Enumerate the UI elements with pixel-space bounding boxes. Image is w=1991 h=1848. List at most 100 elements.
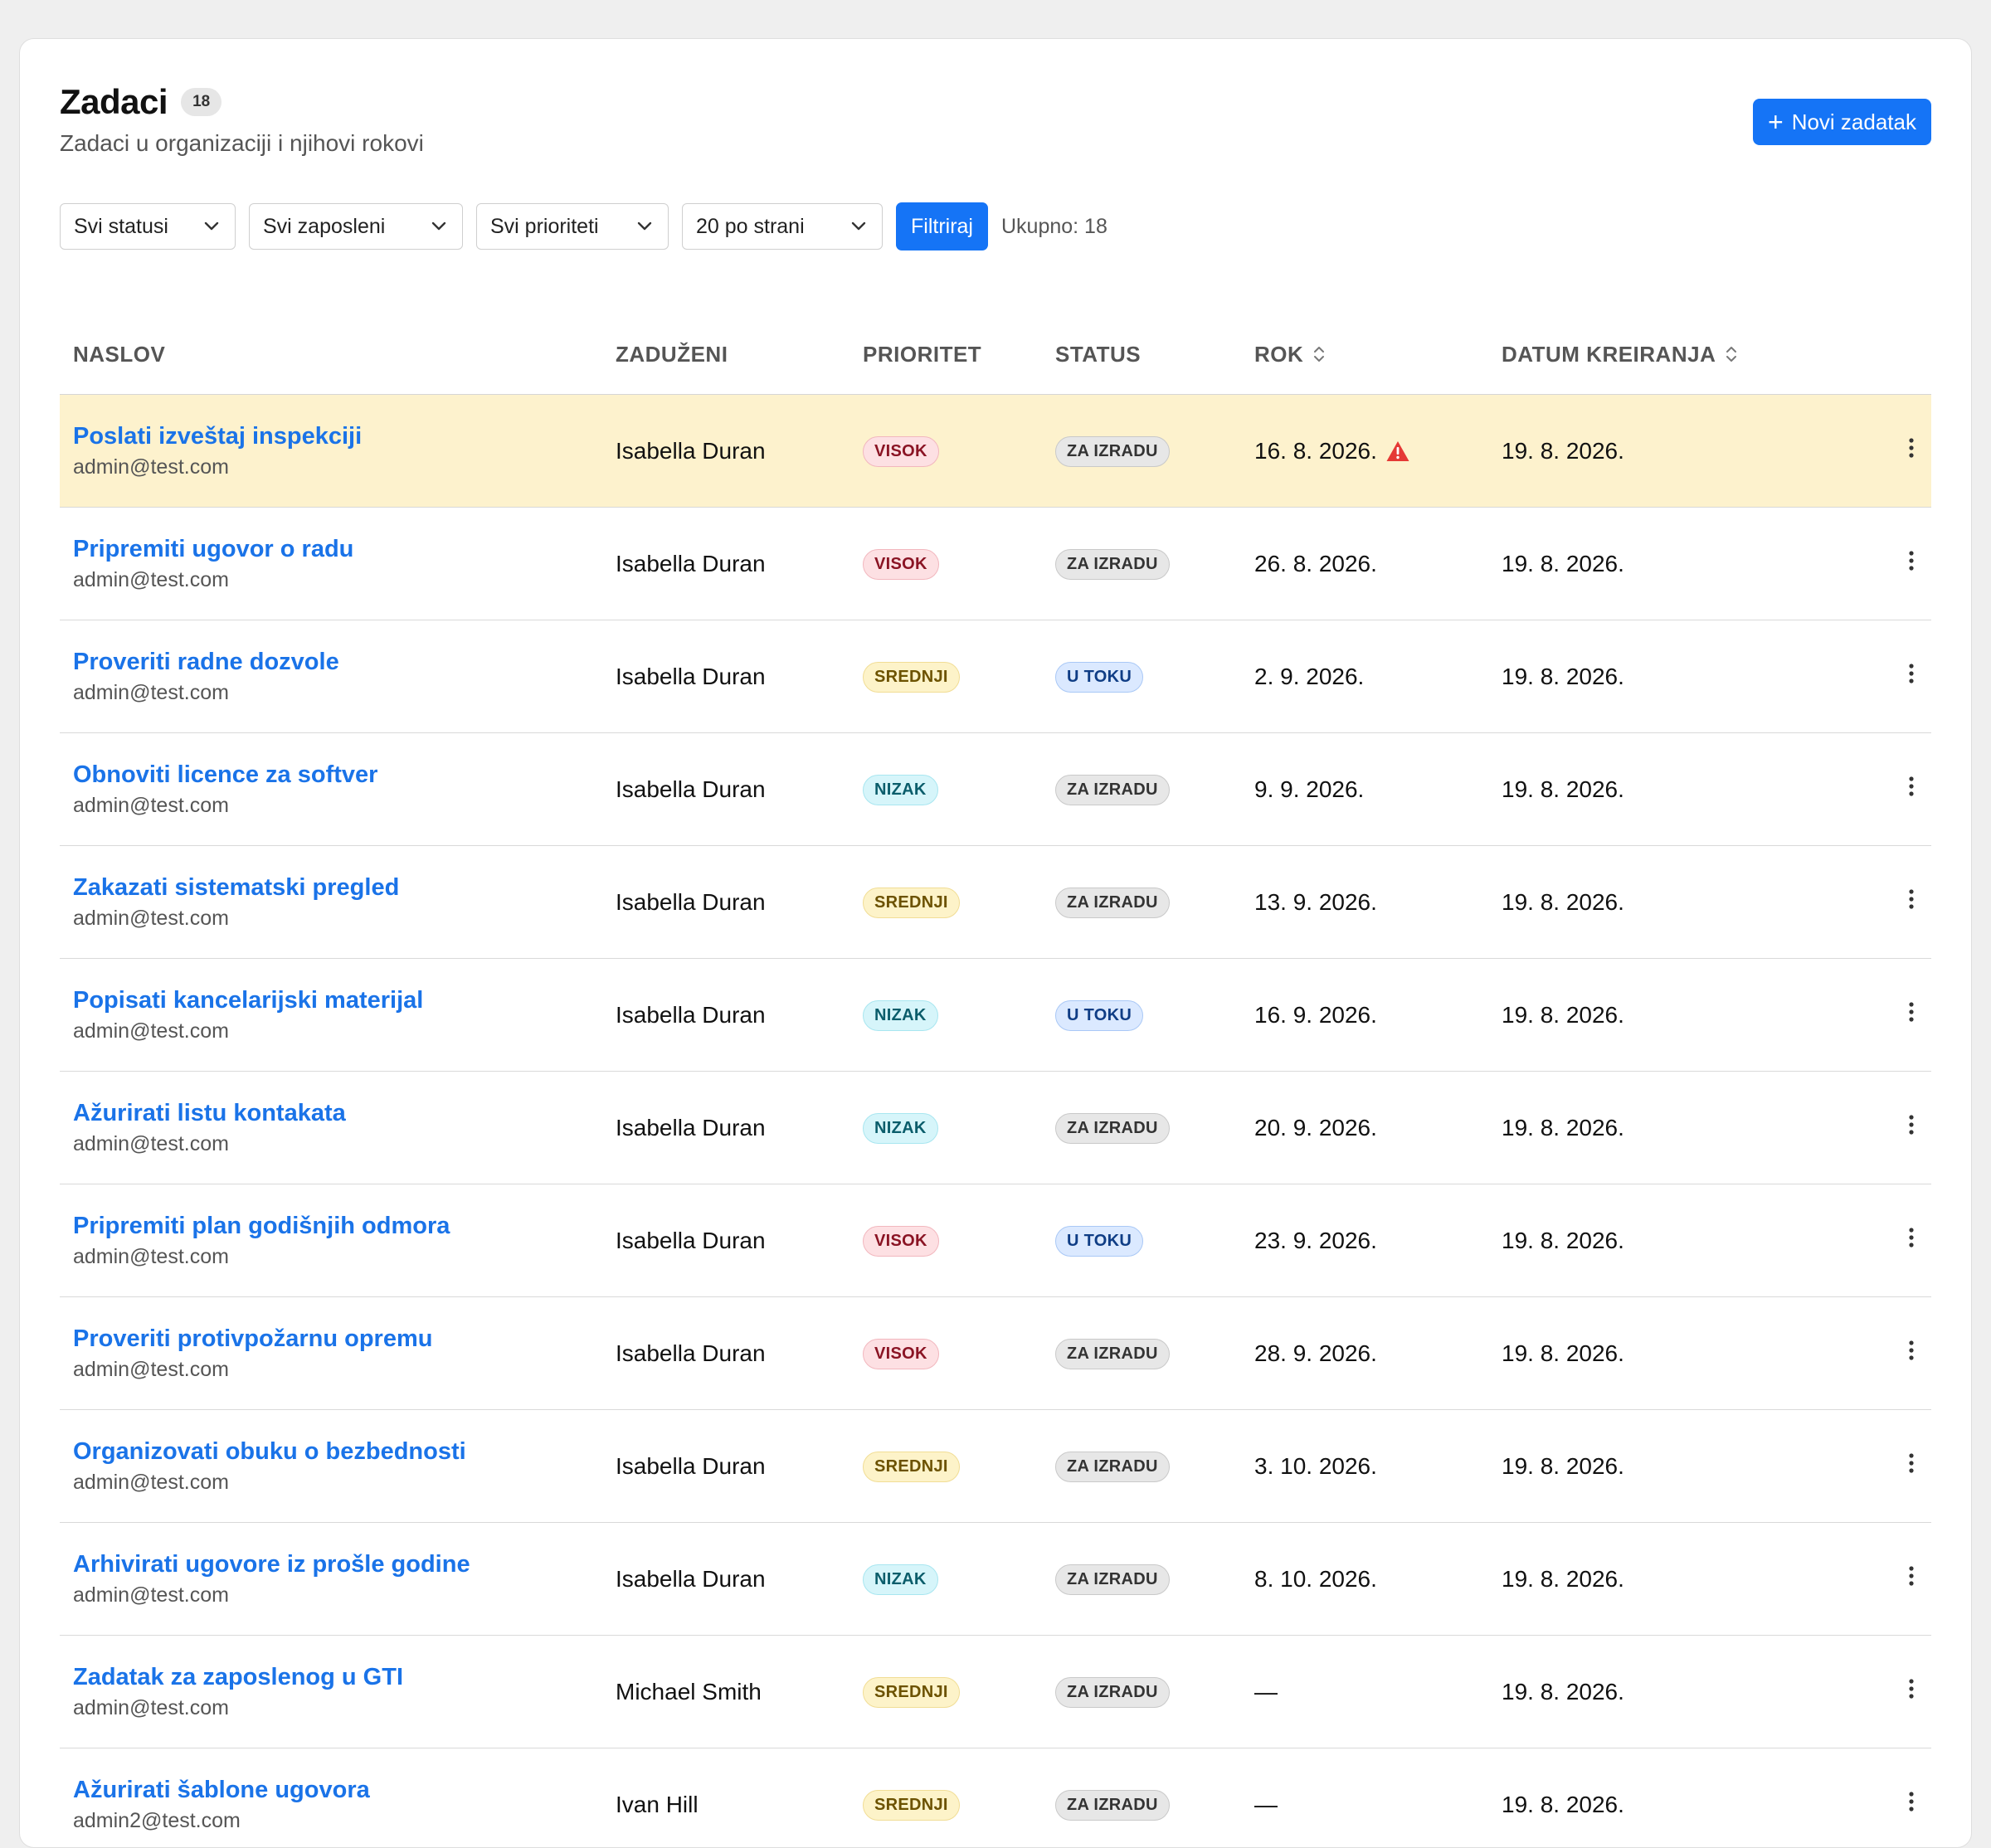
table-row[interactable]: Ažurirati listu kontakata admin@test.comI… xyxy=(60,1072,1931,1184)
task-count-badge: 18 xyxy=(181,88,221,116)
task-title-cell: Organizovati obuku o bezbednostiadmin@te… xyxy=(60,1410,616,1523)
task-creator-email: admin@test.com xyxy=(73,1358,616,1382)
created-date-cell: 19. 8. 2026. xyxy=(1502,1523,1817,1636)
task-title-link[interactable]: Organizovati obuku o bezbednosti xyxy=(73,1438,616,1466)
table-row[interactable]: Obnoviti licence za softveradmin@test.co… xyxy=(60,733,1931,846)
task-title-link[interactable]: Arhivirati ugovore iz prošle godine xyxy=(73,1551,616,1578)
employee-filter-select[interactable]: Svi zaposleni xyxy=(249,203,463,250)
filter-button[interactable]: Filtriraj xyxy=(896,202,988,250)
column-header-created[interactable]: DATUM KREIRANJA xyxy=(1502,314,1817,395)
chevron-down-icon xyxy=(849,216,869,236)
table-row[interactable]: Organizovati obuku o bezbednostiadmin@te… xyxy=(60,1410,1931,1523)
per-page-select[interactable]: 20 po strani xyxy=(682,203,883,250)
assignee-name: Isabella Duran xyxy=(616,1453,766,1479)
priority-cell: NIZAK xyxy=(863,733,1055,846)
per-page-value: 20 po strani xyxy=(696,215,805,239)
priority-filter-value: Svi prioriteti xyxy=(490,215,599,239)
task-title-cell: Ažurirati listu kontakata admin@test.com xyxy=(60,1072,616,1184)
table-row[interactable]: Proveriti protivpožarnu opremu admin@test… xyxy=(60,1297,1931,1410)
warning-icon xyxy=(1385,440,1410,463)
task-title-cell: Pripremiti ugovor o raduadmin@test.com xyxy=(60,508,616,620)
more-vertical-icon[interactable] xyxy=(1906,1112,1916,1137)
task-title-cell: Zakazati sistematski pregledadmin@test.c… xyxy=(60,846,616,959)
priority-badge: VISOK xyxy=(863,436,939,467)
priority-cell: SREDNJI xyxy=(863,620,1055,733)
row-actions-cell xyxy=(1817,846,1931,959)
assignee-name: Isabella Duran xyxy=(616,438,766,464)
assignee-cell: Isabella Duran xyxy=(616,1072,863,1184)
assignee-cell: Isabella Duran xyxy=(616,508,863,620)
row-actions-cell xyxy=(1817,1410,1931,1523)
task-title-link[interactable]: Zakazati sistematski pregled xyxy=(73,874,616,902)
sort-icon[interactable] xyxy=(1312,344,1327,364)
table-row[interactable]: Zakazati sistematski pregledadmin@test.c… xyxy=(60,846,1931,959)
more-vertical-icon[interactable] xyxy=(1906,1789,1916,1814)
task-creator-email: admin@test.com xyxy=(73,1132,616,1156)
column-header-due[interactable]: ROK xyxy=(1254,314,1502,395)
priority-cell: VISOK xyxy=(863,395,1055,508)
task-title-link[interactable]: Ažurirati šablone ugovora xyxy=(73,1777,616,1804)
table-row[interactable]: Ažurirati šablone ugovora admin2@test.com… xyxy=(60,1748,1931,1848)
task-title-cell: Zadatak za zaposlenog u GTIadmin@test.co… xyxy=(60,1636,616,1748)
priority-cell: VISOK xyxy=(863,508,1055,620)
more-vertical-icon[interactable] xyxy=(1906,435,1916,460)
created-date-cell: 19. 8. 2026. xyxy=(1502,1072,1817,1184)
created-date: 19. 8. 2026. xyxy=(1502,1002,1624,1028)
tasks-card: Zadaci 18 Zadaci u organizaciji i njihov… xyxy=(19,38,1972,1848)
task-creator-email: admin2@test.com xyxy=(73,1809,616,1833)
status-badge: ZA IZRADU xyxy=(1055,549,1170,580)
assignee-cell: Isabella Duran xyxy=(616,959,863,1072)
more-vertical-icon[interactable] xyxy=(1906,887,1916,912)
more-vertical-icon[interactable] xyxy=(1906,1338,1916,1363)
status-badge: ZA IZRADU xyxy=(1055,1452,1170,1482)
table-row[interactable]: Zadatak za zaposlenog u GTIadmin@test.co… xyxy=(60,1636,1931,1748)
assignee-cell: Isabella Duran xyxy=(616,1410,863,1523)
created-date-cell: 19. 8. 2026. xyxy=(1502,959,1817,1072)
table-row[interactable]: Popisati kancelarijski materijaladmin@te… xyxy=(60,959,1931,1072)
task-title-link[interactable]: Proveriti protivpožarnu opremu xyxy=(73,1325,616,1353)
more-vertical-icon[interactable] xyxy=(1906,1451,1916,1476)
table-row[interactable]: Pripremiti ugovor o raduadmin@test.comIs… xyxy=(60,508,1931,620)
status-badge: U TOKU xyxy=(1055,1226,1143,1257)
priority-badge: SREDNJI xyxy=(863,1452,960,1482)
task-title-link[interactable]: Proveriti radne dozvole xyxy=(73,649,616,676)
more-vertical-icon[interactable] xyxy=(1906,661,1916,686)
table-row[interactable]: Pripremiti plan godišnjih odmora admin@te… xyxy=(60,1184,1931,1297)
task-creator-email: admin@test.com xyxy=(73,1245,616,1269)
priority-cell: SREDNJI xyxy=(863,846,1055,959)
due-date: 26. 8. 2026. xyxy=(1254,551,1377,577)
due-date: 13. 9. 2026. xyxy=(1254,889,1377,916)
task-title-link[interactable]: Poslati izveštaj inspekciji xyxy=(73,423,616,450)
due-date-cell: 13. 9. 2026. xyxy=(1254,846,1502,959)
due-date: 3. 10. 2026. xyxy=(1254,1453,1377,1480)
priority-badge: NIZAK xyxy=(863,775,938,805)
task-title-link[interactable]: Ažurirati listu kontakata xyxy=(73,1100,616,1127)
table-row[interactable]: Proveriti radne dozvoleadmin@test.comIsa… xyxy=(60,620,1931,733)
sort-icon[interactable] xyxy=(1724,344,1739,364)
more-vertical-icon[interactable] xyxy=(1906,1676,1916,1701)
table-row[interactable]: Poslati izveštaj inspekcijiadmin@test.co… xyxy=(60,395,1931,508)
more-vertical-icon[interactable] xyxy=(1906,774,1916,799)
status-filter-select[interactable]: Svi statusi xyxy=(60,203,236,250)
more-vertical-icon[interactable] xyxy=(1906,1564,1916,1588)
assignee-cell: Isabella Duran xyxy=(616,733,863,846)
priority-badge: VISOK xyxy=(863,1339,939,1369)
table-row[interactable]: Arhivirati ugovore iz prošle godineadmin… xyxy=(60,1523,1931,1636)
task-title-link[interactable]: Obnoviti licence za softver xyxy=(73,761,616,789)
priority-filter-select[interactable]: Svi prioriteti xyxy=(476,203,669,250)
column-header-title: NASLOV xyxy=(60,314,616,395)
task-title-link[interactable]: Pripremiti ugovor o radu xyxy=(73,536,616,563)
more-vertical-icon[interactable] xyxy=(1906,548,1916,573)
status-cell: ZA IZRADU xyxy=(1055,395,1254,508)
status-badge: ZA IZRADU xyxy=(1055,1113,1170,1144)
more-vertical-icon[interactable] xyxy=(1906,1225,1916,1250)
task-title-link[interactable]: Zadatak za zaposlenog u GTI xyxy=(73,1664,616,1691)
task-title-link[interactable]: Popisati kancelarijski materijal xyxy=(73,987,616,1014)
priority-cell: SREDNJI xyxy=(863,1410,1055,1523)
due-date-cell: 16. 9. 2026. xyxy=(1254,959,1502,1072)
task-title-link[interactable]: Pripremiti plan godišnjih odmora xyxy=(73,1213,616,1240)
due-date-cell: 16. 8. 2026. xyxy=(1254,395,1502,508)
new-task-button[interactable]: + Novi zadatak xyxy=(1753,99,1931,145)
more-vertical-icon[interactable] xyxy=(1906,999,1916,1024)
status-badge: ZA IZRADU xyxy=(1055,1677,1170,1708)
